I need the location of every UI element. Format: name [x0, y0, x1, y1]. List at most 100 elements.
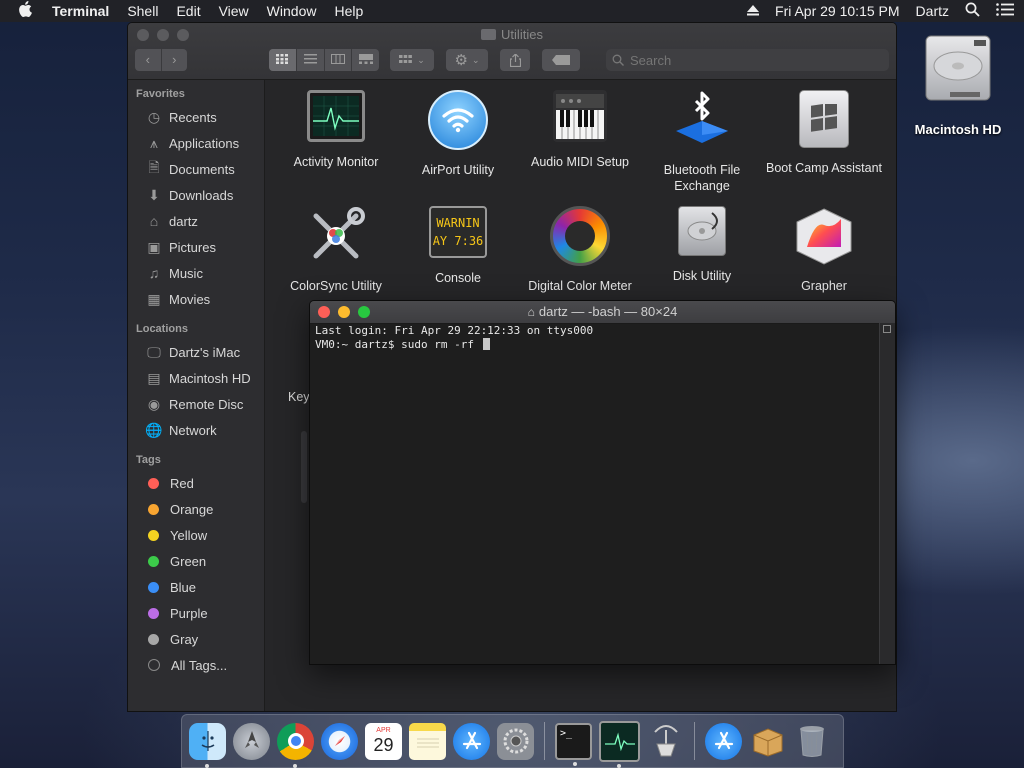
sidebar-tag-red[interactable]: Red: [128, 470, 264, 496]
app-activity-monitor[interactable]: Activity Monitor: [277, 90, 395, 170]
terminal-title: ⌂ dartz — -bash — 80×24: [310, 304, 895, 319]
back-chevron-icon[interactable]: ‹: [135, 49, 162, 71]
sidebar-tag-purple[interactable]: Purple: [128, 600, 264, 626]
trash-icon[interactable]: [793, 723, 830, 760]
gallery-view-icon[interactable]: [352, 49, 379, 71]
terminal-output[interactable]: Last login: Fri Apr 29 22:12:33 on ttys0…: [310, 323, 880, 664]
menu-window[interactable]: Window: [267, 3, 317, 19]
sidebar-item-movies[interactable]: ▦ Movies: [128, 286, 264, 312]
calendar-icon[interactable]: APR 29: [365, 722, 402, 760]
sidebar-item-label: dartz: [169, 213, 198, 229]
tag-dot-icon: [148, 503, 159, 515]
edit-tags-button[interactable]: [542, 49, 580, 71]
app-audio-midi-setup[interactable]: Audio MIDI Setup: [521, 90, 639, 170]
sidebar-tag-yellow[interactable]: Yellow: [128, 522, 264, 548]
clock-icon: ◷: [147, 108, 161, 125]
disc-icon: ◉: [147, 395, 161, 412]
tag-dot-icon: [148, 529, 159, 541]
group-by-button[interactable]: ⌄: [390, 49, 434, 71]
sidebar-item-applications[interactable]: ⩚ Applications: [128, 130, 264, 156]
calendar-month: APR: [376, 727, 391, 734]
finder-title-text: Utilities: [501, 27, 543, 42]
terminal-icon[interactable]: >_: [555, 722, 592, 766]
sidebar-all-tags[interactable]: All Tags...: [128, 652, 264, 678]
forward-chevron-icon[interactable]: ›: [162, 49, 188, 71]
archive-icon[interactable]: [749, 723, 786, 760]
sidebar-item-recents[interactable]: ◷ Recents: [128, 104, 264, 130]
app-grapher[interactable]: Grapher: [765, 206, 883, 294]
app-disk-utility[interactable]: Disk Utility: [643, 206, 761, 284]
terminal-titlebar[interactable]: ⌂ dartz — -bash — 80×24: [310, 301, 895, 324]
console-icon-line1: WARNIN: [436, 216, 480, 230]
sidebar-item-macintosh-hd[interactable]: ▤ Macintosh HD: [128, 365, 264, 391]
sidebar-item-pictures[interactable]: ▣ Pictures: [128, 234, 264, 260]
app-colorsync-utility[interactable]: ColorSync Utility: [277, 206, 395, 294]
menu-view[interactable]: View: [219, 3, 249, 19]
downloads-stack-icon[interactable]: [705, 722, 742, 760]
sidebar-tag-gray[interactable]: Gray: [128, 626, 264, 652]
sidebar-item-label: Purple: [170, 605, 208, 621]
sidebar-item-label: Documents: [169, 161, 235, 177]
app-label: Activity Monitor: [293, 155, 379, 169]
desktop-macintosh-hd[interactable]: Macintosh HD: [906, 32, 1010, 137]
terminal-scrollbar[interactable]: [879, 323, 895, 664]
app-label: Bluetooth File Exchange: [663, 163, 741, 193]
app-bluetooth-file-exchange[interactable]: Bluetooth File Exchange: [643, 90, 761, 194]
sidebar-item-home[interactable]: ⌂ dartz: [128, 208, 264, 234]
sidebar-item-label: Dartz's iMac: [169, 344, 241, 360]
launchpad-icon[interactable]: [233, 722, 270, 760]
column-view-icon[interactable]: [325, 49, 353, 71]
running-indicator: [293, 763, 297, 768]
app-digital-color-meter[interactable]: Digital Color Meter: [521, 206, 639, 294]
group-grid-icon: [399, 55, 413, 63]
apple-logo-icon[interactable]: [18, 1, 32, 21]
finder-sidebar: Favorites ◷ Recents ⩚ Applications 🗎 Doc…: [128, 80, 265, 711]
sidebar-item-music[interactable]: ♫ Music: [128, 260, 264, 286]
app-store-icon[interactable]: [453, 722, 490, 760]
list-view-icon[interactable]: [297, 49, 325, 71]
sidebar-item-imac[interactable]: 🖵 Dartz's iMac: [128, 339, 264, 365]
sidebar-tag-green[interactable]: Green: [128, 548, 264, 574]
sidebar-item-downloads[interactable]: ⬇ Downloads: [128, 182, 264, 208]
network-utility-icon[interactable]: [647, 723, 684, 760]
menu-edit[interactable]: Edit: [176, 3, 200, 19]
notification-center-icon[interactable]: [996, 3, 1014, 19]
notes-icon[interactable]: [409, 722, 446, 760]
icon-view-icon[interactable]: [269, 49, 297, 71]
app-boot-camp-assistant[interactable]: Boot Camp Assistant: [765, 90, 883, 176]
app-airport-utility[interactable]: AirPort Utility: [399, 90, 517, 178]
sidebar-item-documents[interactable]: 🗎 Documents: [128, 156, 264, 182]
menu-help[interactable]: Help: [334, 3, 363, 19]
running-indicator: [205, 763, 209, 768]
disk-utility-stethoscope-icon: [678, 206, 726, 256]
system-preferences-icon[interactable]: [497, 722, 534, 760]
view-mode-buttons: [269, 49, 379, 71]
eject-icon[interactable]: [747, 3, 760, 19]
finder-titlebar: Utilities ‹ › ⌄ ⚙ ⌄: [128, 23, 896, 80]
sidebar-item-remote-disc[interactable]: ◉ Remote Disc: [128, 391, 264, 417]
share-button[interactable]: [500, 49, 530, 71]
calendar-day: 29: [373, 735, 394, 755]
sidebar-tag-blue[interactable]: Blue: [128, 574, 264, 600]
hard-drive-icon: ▤: [147, 369, 161, 386]
action-button[interactable]: ⚙ ⌄: [446, 49, 488, 71]
search-input[interactable]: [628, 51, 862, 69]
menu-shell[interactable]: Shell: [127, 3, 158, 19]
activity-monitor-icon[interactable]: [599, 720, 640, 768]
sidebar-item-network[interactable]: 🌐 Network: [128, 417, 264, 443]
menu-clock[interactable]: Fri Apr 29 10:15 PM: [775, 3, 900, 19]
colorsync-wrench-icon: [306, 206, 366, 266]
chrome-icon[interactable]: [277, 722, 314, 768]
terminal-prompt-line: VM0:~ dartz$ sudo rm -rf: [315, 338, 875, 352]
spotlight-search-icon[interactable]: [965, 2, 980, 20]
home-icon: ⌂: [149, 213, 159, 229]
finder-icon[interactable]: [189, 722, 226, 768]
menu-app-name[interactable]: Terminal: [52, 3, 109, 19]
search-field[interactable]: [606, 49, 889, 71]
safari-icon[interactable]: [321, 722, 358, 760]
terminal-line: Last login: Fri Apr 29 22:12:33 on ttys0…: [315, 324, 594, 337]
app-console[interactable]: WARNIN AY 7:36 Console: [399, 206, 517, 286]
split-pane-icon[interactable]: [883, 325, 891, 333]
menu-user[interactable]: Dartz: [916, 3, 949, 19]
sidebar-tag-orange[interactable]: Orange: [128, 496, 264, 522]
